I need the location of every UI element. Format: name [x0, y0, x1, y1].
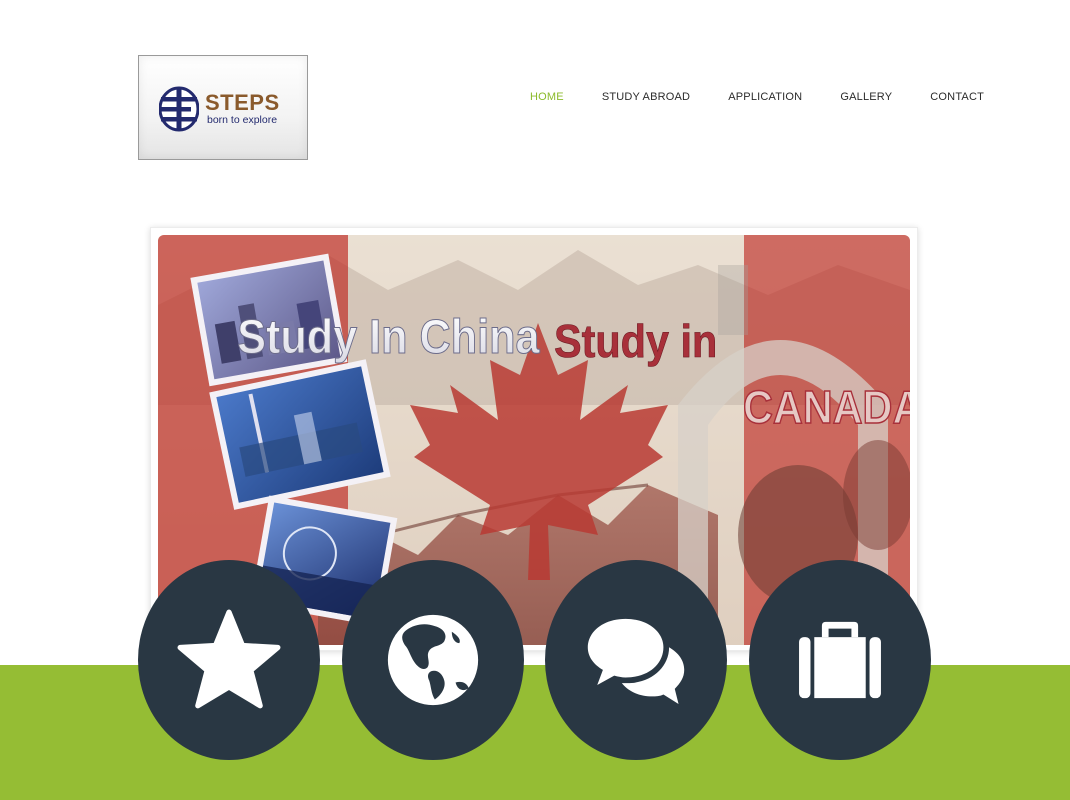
brand-name: STEPS [205, 90, 280, 115]
feature-briefcase-button[interactable] [749, 560, 931, 760]
briefcase-icon [799, 621, 881, 699]
site-logo[interactable]: STEPS born to explore [138, 55, 308, 160]
hero-text-china: Study In China [237, 310, 540, 364]
brand-tagline: born to explore [207, 114, 278, 126]
feature-globe-button[interactable] [342, 560, 524, 760]
hero-text-canada-line1: Study in [554, 316, 717, 368]
nav-item-application[interactable]: APPLICATION [728, 91, 802, 103]
steps-logo-icon [159, 86, 199, 132]
nav-item-contact[interactable]: CONTACT [930, 91, 984, 103]
chat-bubbles-icon [587, 618, 685, 704]
page: STEPS born to explore HOME STUDY ABROAD … [0, 0, 1070, 800]
star-icon [177, 609, 281, 709]
nav-item-study-abroad[interactable]: STUDY ABROAD [602, 91, 690, 103]
nav-item-home[interactable]: HOME [530, 91, 564, 103]
globe-icon [387, 614, 479, 706]
nav-item-gallery[interactable]: GALLERY [840, 91, 892, 103]
main-nav: HOME STUDY ABROAD APPLICATION GALLERY CO… [530, 90, 984, 104]
hero-text-canada-line2: CANADA [743, 382, 910, 434]
feature-star-button[interactable] [138, 560, 320, 760]
feature-chat-button[interactable] [545, 560, 727, 760]
